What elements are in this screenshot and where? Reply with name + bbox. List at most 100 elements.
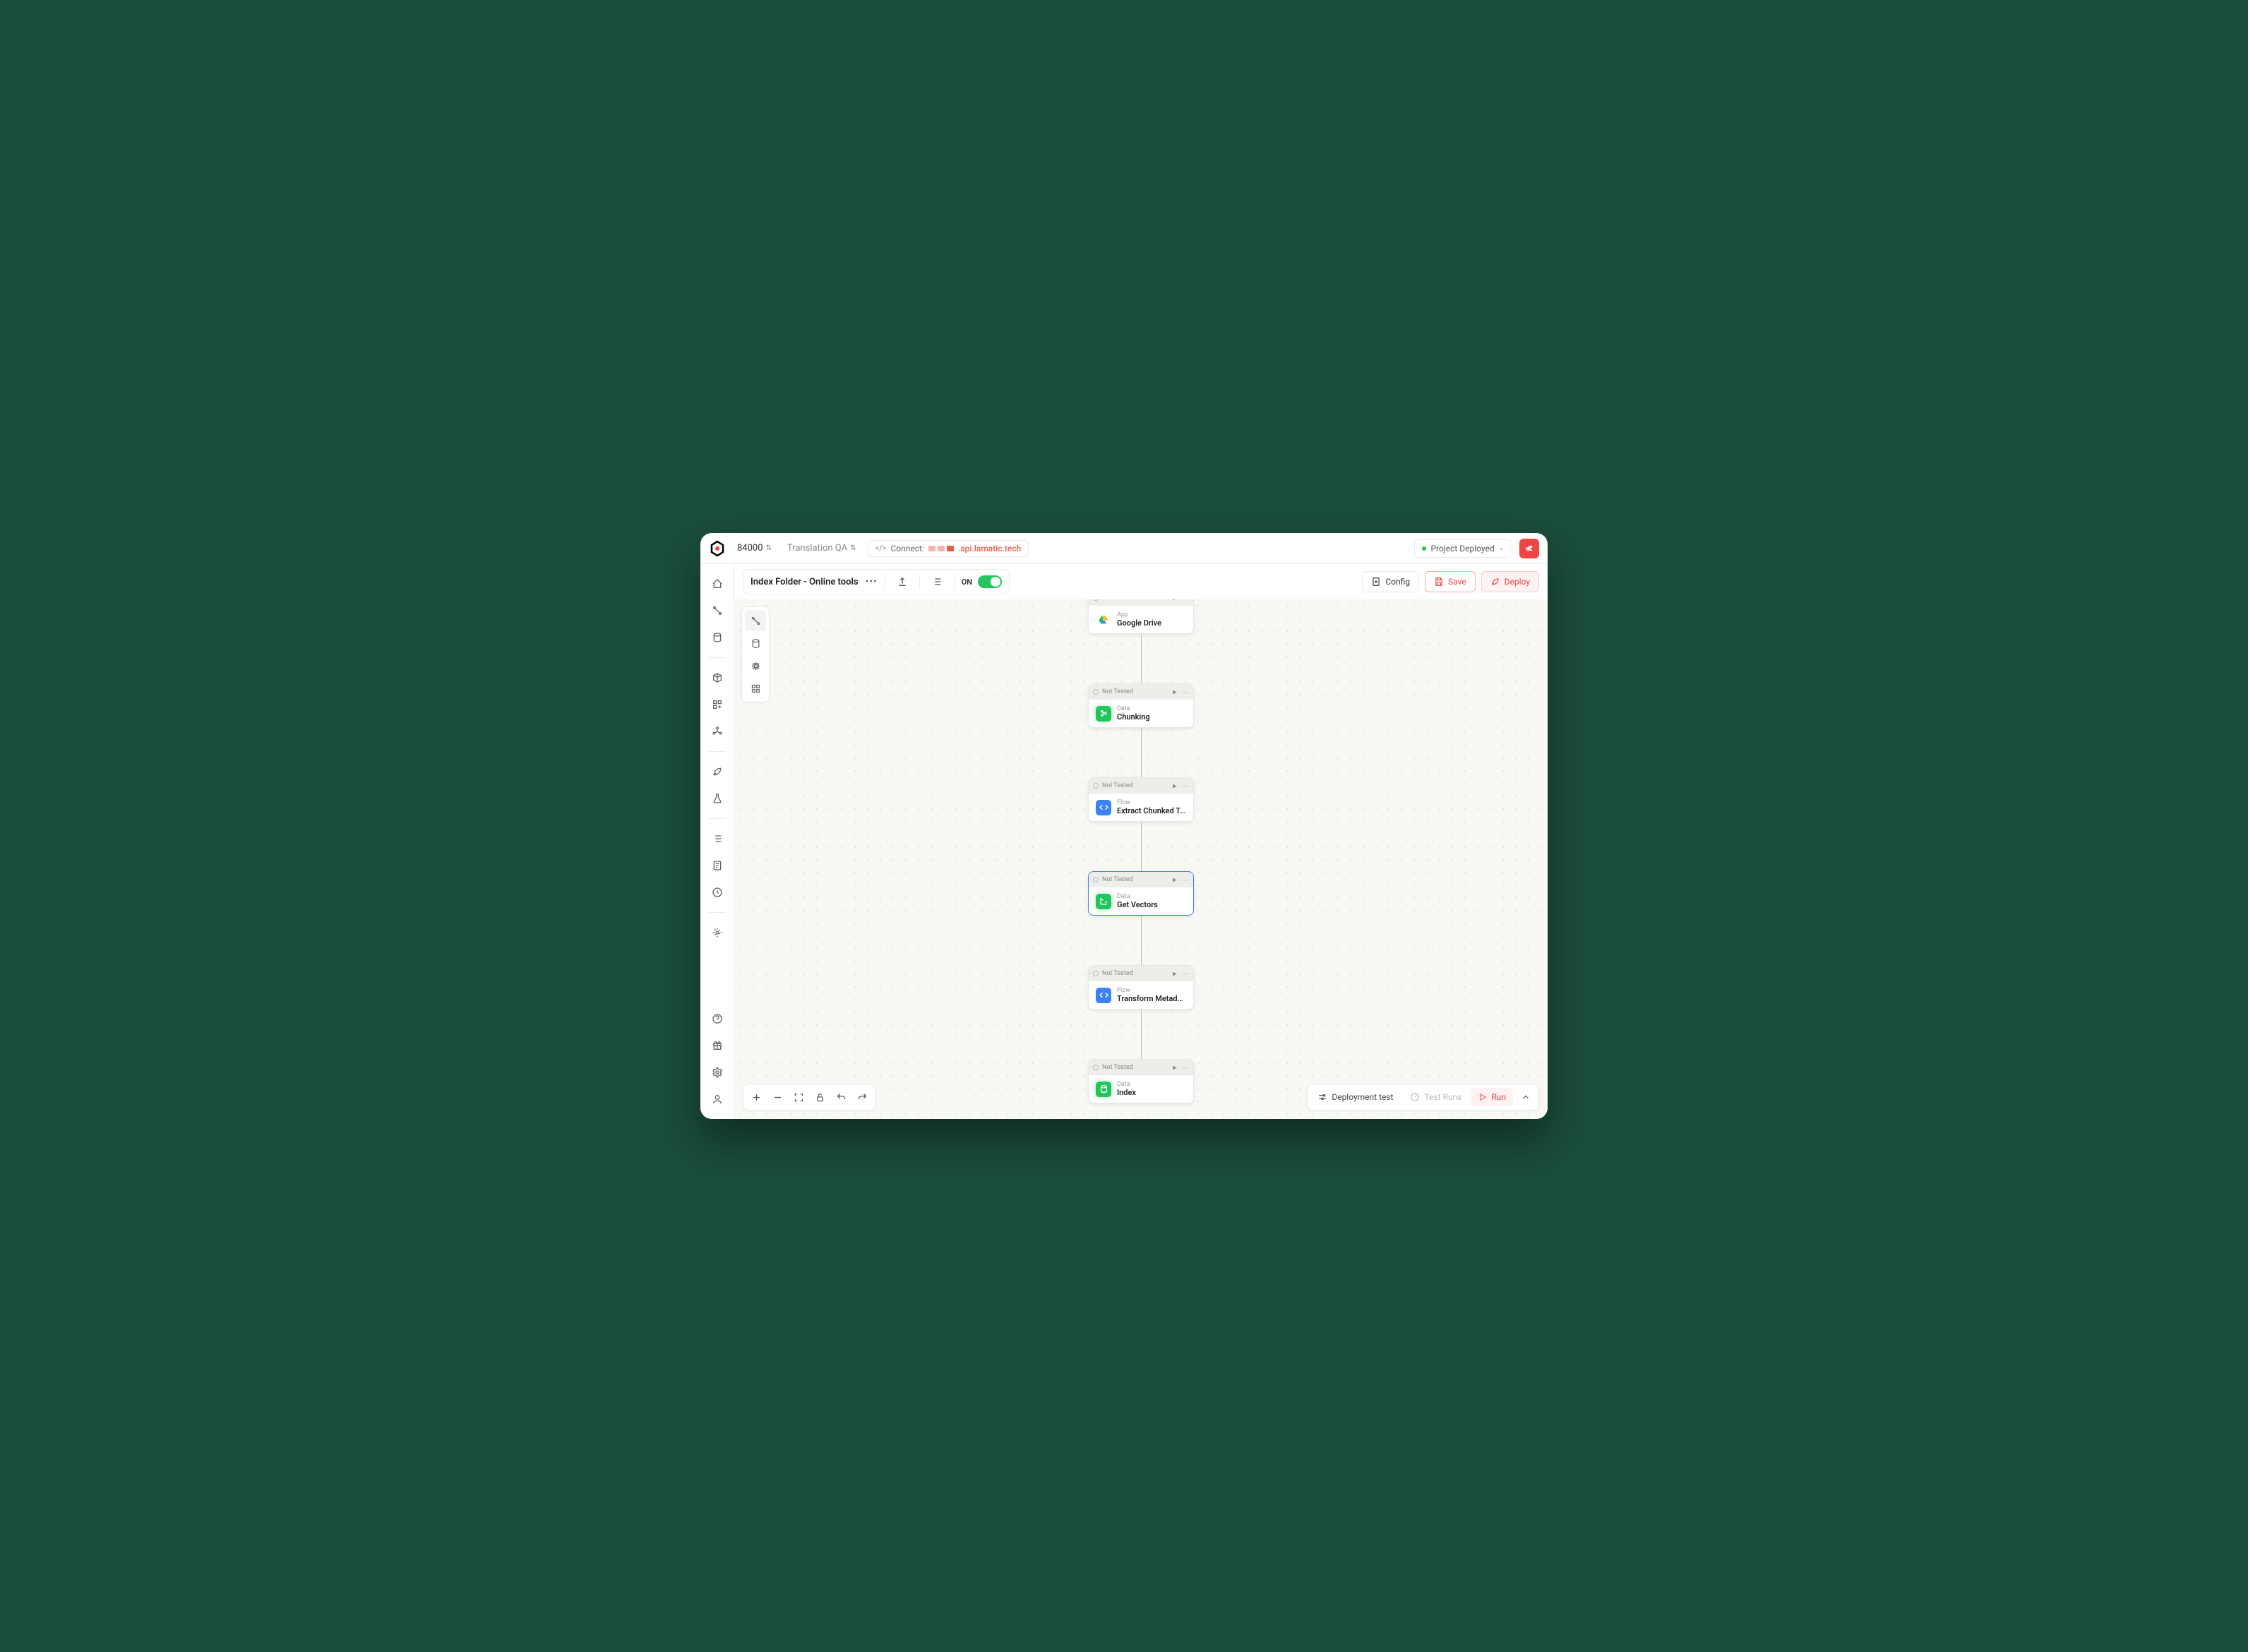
deploy-button[interactable]: Deploy xyxy=(1481,571,1539,592)
project-id-dropdown[interactable]: 84000 ⇅ xyxy=(733,540,776,556)
node-header: Not Tested ⋯ xyxy=(1089,684,1193,700)
nav-cube[interactable] xyxy=(706,666,729,689)
nav-connections[interactable] xyxy=(706,599,729,622)
node-menu-button[interactable]: ⋯ xyxy=(1181,688,1189,697)
flow-node[interactable]: Not Tested⋯DataIndex xyxy=(1088,1059,1194,1103)
flow-node[interactable]: Not Tested⋯AppGoogle Drive xyxy=(1088,599,1194,634)
more-menu-button[interactable]: ••• xyxy=(866,576,878,587)
run-expand-button[interactable] xyxy=(1516,1087,1536,1107)
node-header: Not Tested⋯ xyxy=(1089,872,1193,887)
node-type-icon xyxy=(1096,894,1111,909)
zoom-in-button[interactable] xyxy=(746,1087,766,1107)
node-name: Extract Chunked Text xyxy=(1117,806,1186,815)
status-ring-icon xyxy=(1093,971,1099,976)
node-play-button[interactable] xyxy=(1171,1065,1178,1071)
status-ring-icon xyxy=(1093,877,1099,882)
project-name-dropdown[interactable]: Translation QA ⇅ xyxy=(783,540,861,556)
status-dot-icon xyxy=(1422,546,1426,551)
nav-experiments[interactable] xyxy=(706,787,729,810)
project-name: Translation QA xyxy=(787,543,847,553)
nav-list[interactable] xyxy=(706,827,729,850)
undo-button[interactable] xyxy=(831,1087,851,1107)
connect-label: Connect: xyxy=(890,544,923,553)
zoom-out-button[interactable] xyxy=(767,1087,787,1107)
nav-help[interactable] xyxy=(706,1007,729,1030)
app-logo[interactable] xyxy=(709,540,726,557)
nav-launch[interactable] xyxy=(706,760,729,783)
nav-gear[interactable] xyxy=(706,1061,729,1084)
flow-toolbar: Index Folder - Online tools ••• ON Confi xyxy=(734,564,1548,599)
node-play-button[interactable] xyxy=(1171,971,1178,977)
sliders-icon xyxy=(1317,1092,1327,1102)
flow-title: Index Folder - Online tools xyxy=(751,577,859,587)
node-play-button[interactable] xyxy=(1171,877,1178,883)
flow-edge xyxy=(1141,728,1142,777)
gauge-icon xyxy=(1410,1092,1420,1102)
flow-node[interactable]: Not Tested⋯DataGet Vectors xyxy=(1088,871,1194,916)
nav-settings[interactable] xyxy=(706,921,729,944)
deployment-test-button[interactable]: Deployment test xyxy=(1310,1088,1400,1106)
config-icon xyxy=(1371,577,1381,587)
list-view-button[interactable] xyxy=(927,572,947,592)
node-menu-button[interactable]: ⋯ xyxy=(1181,782,1189,791)
node-header: Not Tested ⋯ xyxy=(1089,778,1193,794)
node-type-label: App xyxy=(1117,611,1161,618)
deploy-rocket-button[interactable] xyxy=(1519,539,1539,558)
node-body: FlowExtract Chunked Text xyxy=(1089,794,1193,821)
nav-database[interactable] xyxy=(706,626,729,649)
node-type-icon xyxy=(1096,1082,1111,1097)
lock-button[interactable] xyxy=(810,1087,830,1107)
run-controls: Deployment test Test Runs Run xyxy=(1307,1084,1539,1111)
tool-data[interactable] xyxy=(745,633,766,654)
flow-canvas[interactable]: Not Tested⋯AppGoogle DriveNot Tested⋯Dat… xyxy=(734,599,1548,1119)
save-button[interactable]: Save xyxy=(1425,571,1476,592)
node-menu-button[interactable]: ⋯ xyxy=(1181,969,1189,978)
nav-gift[interactable] xyxy=(706,1034,729,1057)
play-icon xyxy=(1478,1093,1487,1101)
topbar: 84000 ⇅ Translation QA ⇅ </> Connect: .a… xyxy=(700,533,1548,564)
nav-apps[interactable] xyxy=(706,693,729,716)
node-menu-button[interactable]: ⋯ xyxy=(1181,599,1189,603)
flow-nodes-column: Not Tested⋯AppGoogle DriveNot Tested⋯Dat… xyxy=(1088,599,1194,1103)
run-button[interactable]: Run xyxy=(1471,1088,1513,1106)
nav-home[interactable] xyxy=(706,573,729,595)
main-area: Index Folder - Online tools ••• ON Confi xyxy=(734,564,1548,1119)
node-status: Not Tested xyxy=(1102,688,1168,695)
node-body: DataGet Vectors xyxy=(1089,887,1193,915)
project-status-dropdown[interactable]: Project Deployed ⌄ xyxy=(1414,539,1512,558)
enabled-toggle[interactable] xyxy=(978,575,1002,588)
node-play-button[interactable] xyxy=(1171,599,1178,601)
nav-docs[interactable] xyxy=(706,854,729,877)
node-play-button[interactable] xyxy=(1171,783,1178,789)
canvas-tools xyxy=(743,1084,875,1111)
node-status: Not Tested xyxy=(1102,970,1168,977)
tool-grid[interactable] xyxy=(745,678,766,699)
left-nav-rail xyxy=(700,564,734,1119)
node-body: DataChunking xyxy=(1089,700,1193,727)
nav-profile[interactable] xyxy=(706,1088,729,1111)
status-ring-icon xyxy=(1093,1065,1099,1070)
config-button[interactable]: Config xyxy=(1362,571,1419,592)
nav-models[interactable] xyxy=(706,720,729,743)
tool-cpu[interactable] xyxy=(745,655,766,676)
fit-view-button[interactable] xyxy=(789,1087,808,1107)
node-play-button[interactable] xyxy=(1171,689,1178,695)
nav-history[interactable] xyxy=(706,881,729,904)
redo-button[interactable] xyxy=(852,1087,872,1107)
share-button[interactable] xyxy=(892,572,912,592)
node-type-label: Data xyxy=(1117,705,1150,712)
status-ring-icon xyxy=(1093,783,1099,789)
flow-node[interactable]: Not Tested⋯FlowTransform Metadata xyxy=(1088,965,1194,1010)
node-type-icon xyxy=(1096,706,1111,722)
node-body: DataIndex xyxy=(1089,1075,1193,1103)
node-menu-button[interactable]: ⋯ xyxy=(1181,1063,1189,1072)
flow-node[interactable]: Not Tested ⋯ FlowExtract Chunked Text xyxy=(1088,777,1194,822)
tool-nodes[interactable] xyxy=(745,610,766,631)
project-id: 84000 xyxy=(737,543,763,553)
flow-title-group: Index Folder - Online tools ••• ON xyxy=(743,569,1010,594)
test-runs-button[interactable]: Test Runs xyxy=(1403,1088,1469,1106)
flow-node[interactable]: Not Tested ⋯ DataChunking xyxy=(1088,683,1194,728)
node-menu-button[interactable]: ⋯ xyxy=(1181,875,1189,885)
connect-info[interactable]: </> Connect: .api.lamatic.tech xyxy=(868,540,1029,557)
node-status: Not Tested xyxy=(1102,782,1168,789)
